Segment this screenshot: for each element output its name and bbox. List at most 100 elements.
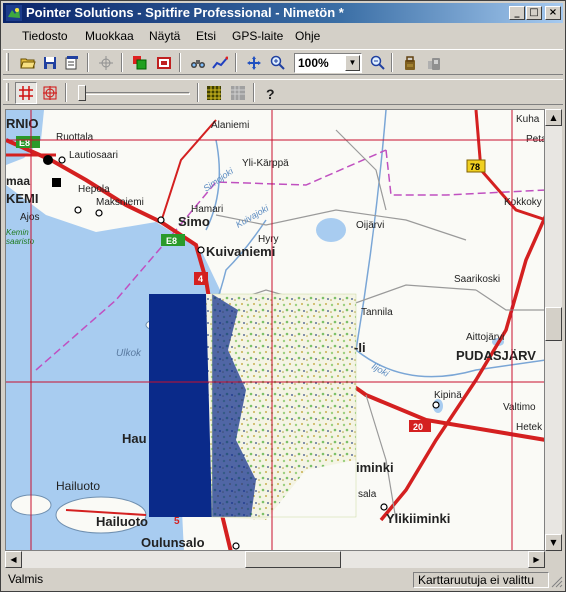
place-label: Maksniemi [96,197,144,208]
vertical-scroll-thumb[interactable] [545,307,562,341]
scroll-left-icon[interactable]: ◀ [5,551,22,568]
gps-device-icon[interactable] [423,52,445,74]
place-label: Kuha [516,114,540,125]
place-label: KEMI [6,191,39,206]
save-icon[interactable] [39,52,61,74]
place-label: maa [6,174,30,188]
slider-thumb[interactable] [78,85,86,101]
maximize-button[interactable]: □ [526,6,542,20]
close-button[interactable]: × [545,6,561,20]
secondary-toolbar: ? [3,79,563,105]
toolbar-grip[interactable] [6,53,9,71]
zoom-out-icon[interactable] [367,52,389,74]
minimize-button[interactable]: _ [509,6,525,20]
place-label: Hau [122,431,147,446]
status-tiles: Karttaruutuja ei valittu [413,572,549,588]
map-canvas[interactable]: E8 E8 4 20 78 5 RNIO maa KEMI Alaniemi R… [6,110,545,551]
frame-icon[interactable] [153,52,175,74]
place-label: Kipinä [434,390,462,401]
zoom-select[interactable]: 100% ▼ [294,53,362,73]
transparency-slider[interactable] [76,84,194,102]
menu-ohje[interactable]: Ohje [295,29,320,43]
place-label: Alaniemi [211,120,249,131]
target-icon[interactable] [39,82,61,104]
toolbar-separator [235,53,237,72]
menu-etsi[interactable]: Etsi [196,29,216,43]
road-label: E8 [166,236,177,246]
map-view[interactable]: E8 E8 4 20 78 5 RNIO maa KEMI Alaniemi R… [5,109,545,551]
place-marker [58,156,66,164]
place-label: Simo [178,214,210,229]
app-window: Pointer Solutions - Spitfire Professiona… [0,0,566,592]
slider-track [80,92,190,95]
place-label: saaristo [6,237,35,246]
place-label: Lautiosaari [69,150,118,161]
route-icon[interactable] [209,52,231,74]
toolbar-separator [197,83,199,102]
menu-muokkaa[interactable]: Muokkaa [85,29,134,43]
lake [316,218,346,242]
menu-bar: Tiedosto Muokkaa Näytä Etsi GPS-laite Oh… [3,26,563,46]
place-label: Hetek [516,422,543,433]
zoom-in-icon[interactable] [267,52,289,74]
city-marker [43,155,53,165]
road-label: 5 [174,516,180,527]
place-label: Oijärvi [356,220,384,231]
resize-grip-icon[interactable] [551,576,563,588]
menu-nayta[interactable]: Näytä [149,29,180,43]
chevron-down-icon[interactable]: ▼ [345,55,360,71]
zoom-value: 100% [298,56,329,70]
binoculars-icon[interactable] [187,52,209,74]
menu-tiedosto[interactable]: Tiedosto [22,29,68,43]
place-label: Hailuoto [96,514,148,529]
tile-grid-icon[interactable] [203,82,225,104]
menu-gps-laite[interactable]: GPS-laite [232,29,283,43]
horizontal-scroll-thumb[interactable] [245,551,341,568]
place-marker [74,206,82,214]
title-bar[interactable]: Pointer Solutions - Spitfire Professiona… [3,3,563,23]
pan-icon[interactable] [243,52,265,74]
help-icon[interactable]: ? [259,82,281,104]
layers-icon[interactable] [129,52,151,74]
place-label: Ajos [20,212,39,223]
place-label: iminki [356,460,394,475]
scroll-right-icon[interactable]: ▶ [528,551,545,568]
place-label: PUDASJÄRV [456,348,536,363]
place-label: Tannila [361,307,393,318]
scroll-down-icon[interactable]: ▼ [545,534,562,551]
main-toolbar: 100% ▼ [3,49,563,75]
app-icon[interactable] [6,5,22,21]
place-marker [380,503,388,511]
place-marker [432,401,440,409]
svg-text:?: ? [266,86,275,101]
toolbar-separator [391,53,393,72]
status-bar: Valmis Karttaruutuja ei valittu [3,570,563,590]
toolbar-separator [121,53,123,72]
grid-icon[interactable] [15,82,37,104]
crosshair-icon[interactable] [95,52,117,74]
place-marker [197,246,205,254]
scroll-up-icon[interactable]: ▲ [545,109,562,126]
tile-disabled-icon[interactable] [227,82,249,104]
place-marker [232,542,240,550]
horizontal-scrollbar[interactable]: ◀ ▶ [5,551,545,568]
toolbar-separator [87,53,89,72]
backpack-icon[interactable] [399,52,421,74]
place-label: Yli-Kärppä [242,158,289,169]
properties-icon[interactable] [61,52,83,74]
place-marker [157,216,165,224]
place-label: -Ii [354,340,366,355]
open-folder-icon[interactable] [17,52,39,74]
place-label: Oulunsalo [141,535,205,550]
vertical-scrollbar[interactable]: ▲ ▼ [545,109,562,551]
place-label: Kuivaniemi [206,244,275,259]
satellite-sea [149,294,212,517]
road-label: 78 [470,162,480,172]
place-label: Aittojärvi [466,332,504,343]
place-label: Ylikiiminki [386,511,450,526]
toolbar-grip[interactable] [6,83,9,101]
place-marker [95,209,103,217]
airport-marker [52,178,61,187]
place-label: RNIO [6,116,39,131]
window-title: Pointer Solutions - Spitfire Professiona… [26,5,344,20]
